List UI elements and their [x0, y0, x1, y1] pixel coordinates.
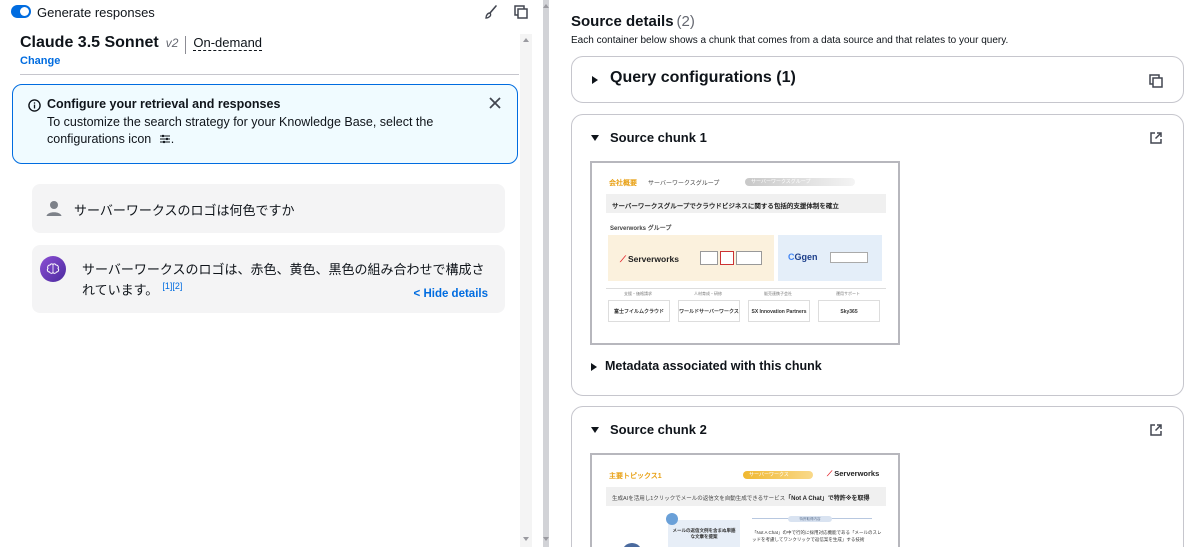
source-chunk-card: Source chunk 1 会社概要 サーバーワークスグループ サーバーワーク…	[571, 114, 1184, 396]
serverworks-mark-icon: ⟋	[620, 254, 626, 264]
query-configurations-label[interactable]: Query configurations (1)	[610, 69, 796, 87]
expand-caret-icon[interactable]	[591, 363, 597, 371]
serverworks-mark-icon: ⟋	[827, 469, 833, 478]
model-selector: Claude 3.5 Sonnet v2 On-demand	[20, 34, 263, 56]
slide-subsidiary-name: Sky365	[818, 300, 880, 322]
source-details-description: Each container below shows a chunk that …	[571, 35, 1009, 46]
slide-group-label: Serverworks グループ	[610, 226, 672, 232]
app-root: Generate responses Claude 3.5 Sonnet v2 …	[0, 0, 1200, 547]
alert-body: To customize the search strategy for you…	[47, 114, 467, 147]
close-icon[interactable]	[488, 96, 502, 110]
slide-feature-box: メールの返信文例を含まぬ単語な文章を提案	[668, 520, 740, 547]
source-chunk-label[interactable]: Source chunk 2	[610, 422, 707, 437]
copy-icon[interactable]	[512, 3, 530, 21]
toggle-knob	[20, 7, 29, 16]
change-model-link[interactable]: Change	[20, 55, 60, 67]
slide-banner-main: 「Not A Chat」で特許※を取得	[785, 496, 870, 502]
slide-heading: 主要トピックス1	[609, 473, 662, 480]
scroll-down-arrow-icon[interactable]	[523, 537, 529, 541]
ggen-logo: CGgen	[788, 252, 818, 262]
model-separator	[185, 36, 187, 54]
scroll-up-arrow-icon[interactable]	[523, 38, 529, 42]
slide-banner: サーバーワークスグループでクラウドビジネスに関する包括的支援体制を確立	[606, 194, 886, 213]
info-alert: Configure your retrieval and responses T…	[12, 84, 518, 164]
slide-pill: サーバーワークスグループ	[745, 178, 855, 186]
chat-scrollbar[interactable]	[520, 34, 532, 547]
divider	[20, 74, 519, 75]
serverworks-logo: ⟋ Serverworks	[620, 254, 679, 265]
slide-pill: サーバーワークス	[743, 471, 813, 479]
external-link-icon[interactable]	[1149, 131, 1163, 145]
chunk-image-thumbnail[interactable]: 主要トピックス1 サーバーワークス ⟋ Serverworks 生成AIを活用し1…	[590, 453, 900, 547]
user-message: サーバーワークスのロゴは何色ですか	[32, 184, 505, 233]
source-details-title: Source details (2)	[571, 13, 695, 30]
slide-subsidiary-label: 運用サポート	[836, 291, 860, 296]
slide-patent-pill: 特許取得内容	[788, 516, 832, 522]
brush-icon[interactable]	[482, 3, 500, 21]
generate-responses-label: Generate responses	[37, 5, 155, 20]
alert-title: Configure your retrieval and responses	[47, 97, 281, 111]
slide-subsidiary-row: 支援・価格請求富士フイルムクラウド 人材育成・研修ワールドサーバーワークス 販売…	[606, 288, 886, 326]
alert-body-suffix: .	[170, 131, 175, 146]
scroll-down-arrow-icon[interactable]	[543, 537, 549, 541]
slide-subsidiary: 運用サポート Sky365	[816, 289, 880, 327]
model-version: v2	[165, 36, 179, 50]
cert-badge	[720, 251, 734, 265]
generate-responses-toggle[interactable]	[11, 5, 31, 18]
partner-badge	[830, 252, 868, 263]
slide-subsidiary-label: 人材育成・研修	[694, 291, 722, 296]
source-details-heading: Source details	[571, 13, 674, 30]
serverworks-logo-text: Serverworks	[627, 254, 679, 264]
check-circle-icon	[666, 513, 678, 525]
ai-avatar-icon	[40, 256, 66, 282]
slide-subsidiary-label: 販売連携子会社	[764, 291, 792, 296]
slide-banner-prefix: 生成AIを活用し1クリックでメールの返信文を自動生成できるサービス	[612, 496, 786, 502]
slide-subsidiary-name: ワールドサーバーワークス	[678, 300, 740, 322]
chat-pane: Generate responses Claude 3.5 Sonnet v2 …	[0, 0, 532, 547]
hide-details-link[interactable]: < Hide details	[414, 288, 488, 300]
chat-toolbar: Generate responses	[0, 0, 532, 24]
user-avatar-icon	[43, 197, 65, 219]
slide-subheading: サーバーワークスグループ	[648, 181, 720, 187]
assistant-message: サーバーワークスのロゴは、赤色、黄色、黒色の組み合わせで構成されています。 [1]…	[32, 245, 505, 313]
metadata-label[interactable]: Metadata associated with this chunk	[605, 359, 822, 373]
model-throughput-mode[interactable]: On-demand	[193, 35, 263, 51]
slide-illustration	[622, 543, 642, 547]
expand-caret-icon[interactable]	[592, 76, 598, 84]
collapse-caret-icon[interactable]	[591, 135, 599, 141]
slide-subsidiary-name: 富士フイルムクラウド	[608, 300, 670, 322]
slide-heading: 会社概要	[609, 180, 637, 187]
user-message-text: サーバーワークスのロゴは何色ですか	[74, 203, 295, 218]
cert-badge	[736, 251, 762, 265]
slide-subsidiary: 人材育成・研修ワールドサーバーワークス	[676, 289, 740, 327]
slide-subsidiary: 販売連携子会社 SX Innovation Partners	[746, 289, 810, 327]
cert-badge	[700, 251, 718, 265]
info-icon	[28, 99, 41, 112]
slide-subsidiary: 支援・価格請求富士フイルムクラウド	[606, 289, 670, 327]
source-chunk-label[interactable]: Source chunk 1	[610, 130, 707, 145]
source-chunk-card: Source chunk 2 主要トピックス1 サーバーワークス ⟋ Server…	[571, 406, 1184, 547]
serverworks-logo: ⟋ Serverworks	[827, 469, 879, 479]
scroll-up-arrow-icon[interactable]	[543, 4, 549, 8]
collapse-caret-icon[interactable]	[591, 427, 599, 433]
slide-patent-text: 「Not A Chat」の中で行的に採用対応機能である「メールのスレッドを考慮し…	[752, 530, 882, 542]
citation-links[interactable]: [1][2]	[162, 281, 182, 291]
source-details-count: (2)	[676, 13, 695, 30]
slide-subsidiary-label: 支援・価格請求	[624, 291, 652, 296]
slide-subsidiary-name: SX Innovation Partners	[748, 300, 810, 322]
copy-icon[interactable]	[1148, 73, 1164, 89]
configurations-icon	[159, 134, 170, 143]
query-configurations-card[interactable]: Query configurations (1)	[571, 56, 1184, 103]
chunk-image-thumbnail[interactable]: 会社概要 サーバーワークスグループ サーバーワークスグループ サーバーワークスグ…	[590, 161, 900, 345]
external-link-icon[interactable]	[1149, 423, 1163, 437]
ggen-logo-text: Ggen	[794, 252, 818, 262]
model-name: Claude 3.5 Sonnet	[20, 34, 159, 51]
source-details-pane: Source details (2) Each container below s…	[552, 0, 1200, 547]
serverworks-logo-text: Serverworks	[834, 469, 880, 478]
splitter-scrollbar[interactable]	[543, 0, 549, 547]
pane-splitter[interactable]	[540, 0, 552, 547]
alert-body-text: To customize the search strategy for you…	[47, 115, 434, 146]
slide-banner: 生成AIを活用し1クリックでメールの返信文を自動生成できるサービス「Not A …	[606, 487, 886, 506]
